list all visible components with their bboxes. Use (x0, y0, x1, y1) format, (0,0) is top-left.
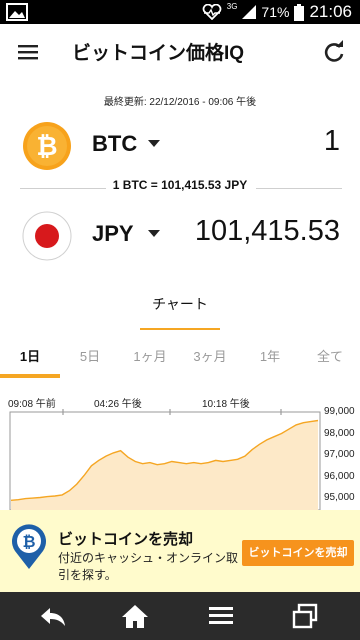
signal-icon (242, 5, 257, 19)
y-tick-label: 97,000 (324, 449, 355, 460)
clock: 21:06 (309, 2, 352, 21)
range-tab-1y[interactable]: 1年 (240, 336, 300, 378)
status-bar: 3G 71% 21:06 (0, 0, 360, 24)
tab-chart[interactable]: チャート (140, 286, 220, 332)
dropdown-arrow-icon (148, 140, 160, 147)
ad-description: 付近のキャッシュ・オンライン取引を探す。 (58, 551, 239, 582)
battery-percent: 71% (261, 4, 290, 20)
svg-text:₿: ₿ (36, 132, 57, 162)
navigation-bar (0, 592, 360, 640)
to-currency-dropdown[interactable] (143, 223, 165, 245)
range-tab-5d[interactable]: 5日 (60, 336, 120, 378)
price-area-fill (11, 420, 318, 510)
range-tab-1m[interactable]: 1ヶ月 (120, 336, 180, 378)
from-amount[interactable]: 1 (324, 125, 340, 158)
x-tick-label: 04:26 午後 (94, 397, 142, 410)
bitcoin-icon: ₿ (23, 122, 71, 170)
to-currency-row: JPY 101,415.53 (0, 205, 360, 265)
app-title: ビットコイン価格IQ (72, 43, 245, 64)
range-tab-3m[interactable]: 3ヶ月 (180, 336, 240, 378)
range-tabs: 1日 5日 1ヶ月 3ヶ月 1年 全て (0, 336, 360, 378)
ad-title: ビットコインを売却 (58, 530, 194, 548)
x-tick-label: 10:18 午後 (202, 397, 250, 410)
y-tick-label: 98,000 (324, 428, 355, 439)
x-tick-label: 09:08 午前 (8, 397, 56, 410)
menu-lines-icon[interactable] (206, 602, 236, 630)
last-updated-text: 最終更新: 22/12/2016 - 09:06 午後 (103, 97, 257, 108)
to-amount[interactable]: 101,415.53 (195, 215, 340, 248)
from-currency-row: ₿ BTC 1 (0, 115, 360, 175)
from-currency-code[interactable]: BTC (92, 131, 137, 157)
divider (256, 188, 342, 189)
y-tick-label: 99,000 (324, 406, 355, 417)
y-tick-label: 96,000 (324, 471, 355, 482)
range-tab-1d[interactable]: 1日 (0, 336, 60, 378)
from-currency-dropdown[interactable] (143, 133, 165, 155)
heart-monitor-icon (202, 4, 222, 20)
app-bar: ビットコイン価格IQ (0, 24, 360, 80)
to-currency-code[interactable]: JPY (92, 221, 134, 247)
price-chart[interactable]: 09:08 午前 04:26 午後 10:18 午後 99,000 98,000… (0, 380, 360, 510)
bitcoin-location-pin-icon: ₿ (12, 524, 46, 569)
exchange-rate: 1 BTC = 101,415.53 JPY (112, 178, 248, 192)
y-tick-label: 95,000 (324, 492, 355, 503)
japan-flag-icon (22, 211, 72, 261)
back-icon[interactable] (38, 602, 68, 630)
gallery-icon (6, 3, 28, 21)
home-icon[interactable] (120, 602, 150, 630)
ad-banner[interactable]: ₿ ビットコインを売却 付近のキャッシュ・オンライン取引を探す。 ビットコインを… (0, 510, 360, 592)
refresh-icon[interactable] (320, 38, 348, 66)
tab-chart-indicator (140, 328, 220, 330)
ad-sell-button[interactable]: ビットコインを売却 (242, 540, 354, 566)
svg-text:₿: ₿ (22, 532, 35, 551)
battery-icon (294, 3, 305, 21)
dropdown-arrow-icon (148, 230, 160, 237)
network-type: 3G (226, 2, 238, 11)
menu-icon[interactable] (14, 38, 42, 66)
range-tab-all[interactable]: 全て (300, 336, 360, 378)
recent-apps-icon[interactable] (290, 602, 320, 630)
